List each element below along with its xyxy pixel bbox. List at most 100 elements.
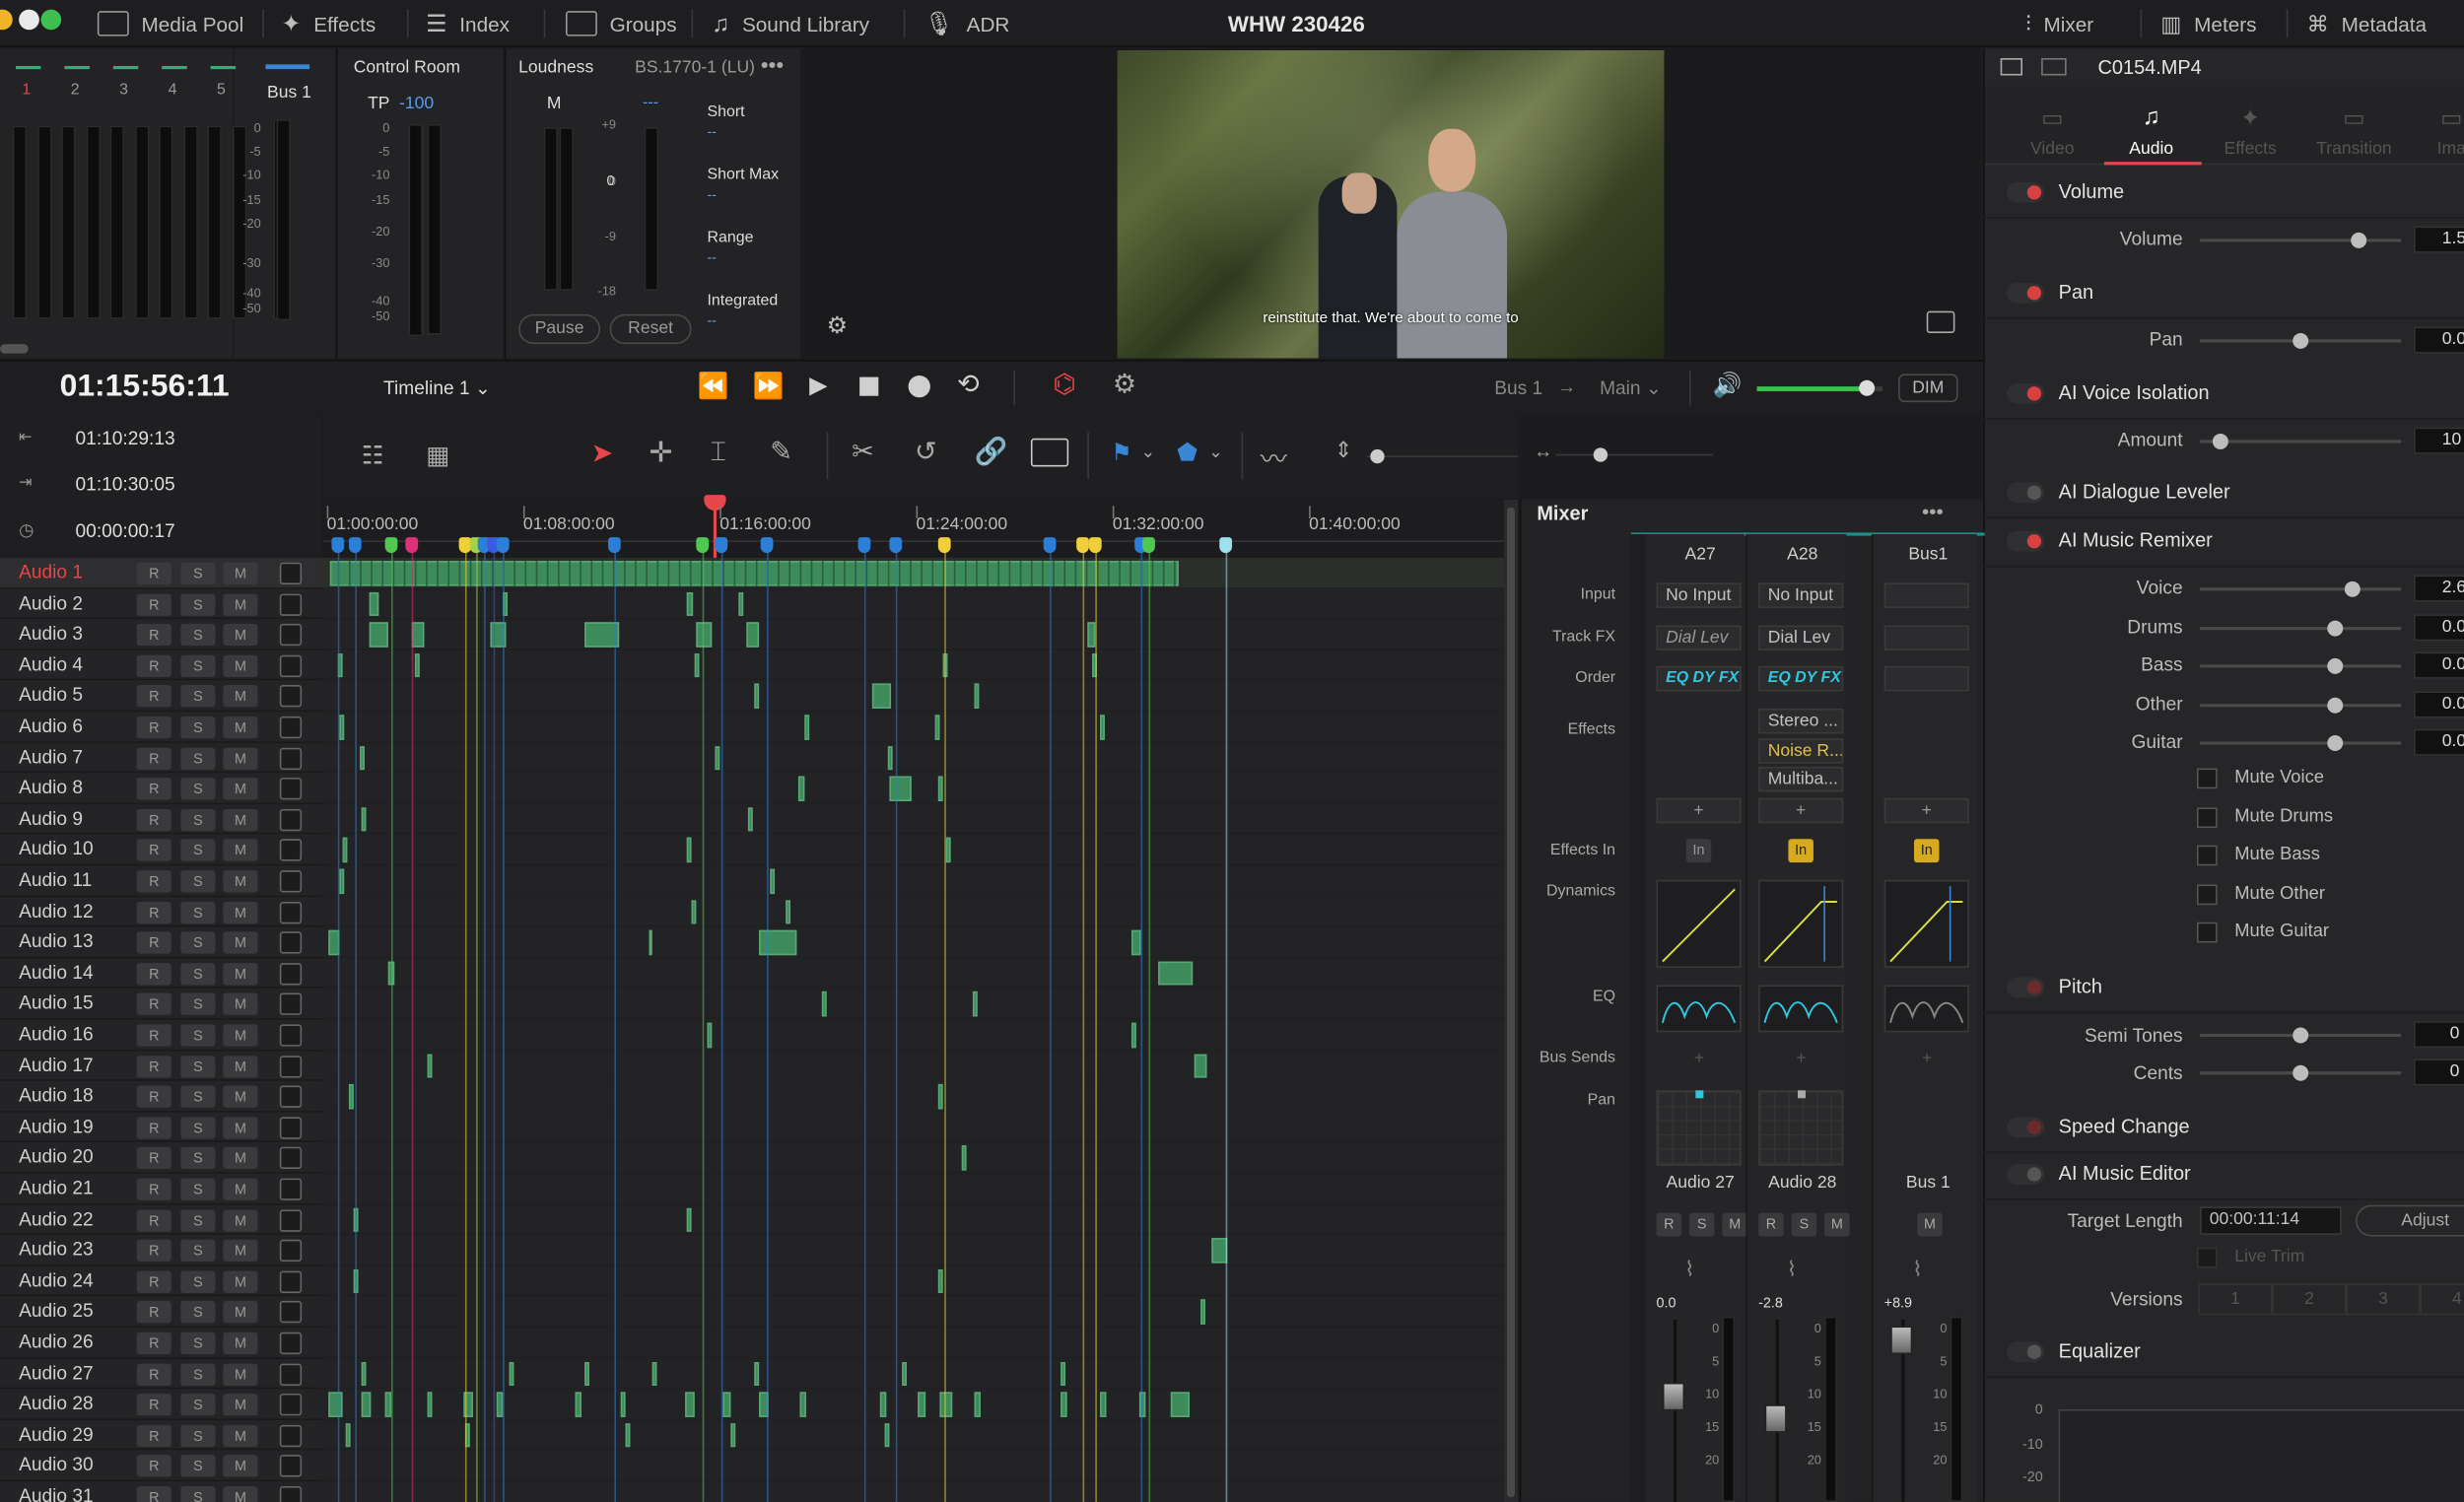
audio-clip[interactable] [694, 652, 700, 678]
audio-clip[interactable] [934, 715, 940, 740]
track-fx-field[interactable]: Dial Lev [1758, 625, 1844, 650]
audio-clip[interactable] [821, 991, 827, 1017]
solo-button[interactable]: S [180, 808, 216, 831]
audio-clip[interactable] [328, 1392, 343, 1417]
audio-clip[interactable] [902, 1361, 907, 1387]
audio-clip[interactable] [509, 1361, 514, 1387]
mute-button[interactable]: M [223, 592, 258, 616]
in-timecode[interactable]: 01:10:29:13 [76, 428, 175, 449]
music-note-icon[interactable]: ♫ [2136, 103, 2167, 130]
track-lane[interactable] [321, 865, 1504, 897]
record-arm-button[interactable]: R [136, 592, 171, 616]
stem-drums-value[interactable]: 0.0 [2413, 613, 2464, 641]
record-arm-button[interactable]: R [136, 1178, 171, 1200]
audio-clip[interactable] [937, 1084, 943, 1110]
track-header[interactable]: Audio 17 R S M [0, 1050, 322, 1082]
cents-slider[interactable] [2200, 1064, 2402, 1081]
effects-in-button[interactable]: In [1788, 839, 1814, 863]
slider-knob[interactable] [2326, 696, 2343, 713]
audio-clip[interactable] [937, 1268, 943, 1294]
audio-clip[interactable] [1200, 1299, 1205, 1325]
record-arm-button[interactable]: R [136, 962, 171, 986]
section-toggle[interactable] [2007, 1117, 2045, 1138]
automation-mode-icon[interactable]: ⌇ [1684, 1257, 1694, 1282]
record-arm-button[interactable]: R [136, 1394, 171, 1416]
solo-button[interactable]: S [180, 1394, 216, 1416]
track-header[interactable]: Audio 6 RSM [0, 712, 322, 743]
mute-button[interactable]: M [223, 1240, 258, 1263]
main-route[interactable]: Main ⌄ [1600, 377, 1662, 399]
track-header[interactable]: Audio 3 RSM [0, 619, 322, 650]
audio-clip[interactable] [345, 1422, 351, 1448]
voice-isolation-amount-value[interactable]: 10 [2413, 427, 2464, 454]
record-arm-button[interactable]: R [136, 901, 171, 923]
audio-clip[interactable] [945, 838, 951, 863]
record-arm-button[interactable]: R [136, 1270, 171, 1293]
record-arm-button[interactable]: R [136, 1486, 171, 1502]
semitones-value[interactable]: 0 [2413, 1021, 2464, 1049]
audio-clip[interactable] [887, 745, 893, 771]
version-button[interactable]: 4 [2420, 1283, 2464, 1316]
track-lane[interactable] [321, 835, 1504, 866]
chevron-down-icon[interactable]: ⌄ [1208, 442, 1223, 462]
audio-clip[interactable] [961, 1145, 967, 1171]
inspector-split-icon[interactable] [2041, 57, 2067, 76]
add-effect-button[interactable]: + [1758, 797, 1844, 824]
audio-clip[interactable] [360, 745, 365, 771]
record-arm-button[interactable]: R [136, 1117, 171, 1139]
mute-button[interactable]: M [1917, 1212, 1943, 1237]
solo-button[interactable]: S [180, 747, 216, 770]
channel-fader[interactable] [1764, 1404, 1787, 1433]
effect-slot[interactable]: Stereo ... [1758, 708, 1844, 734]
audio-clip[interactable] [770, 868, 776, 894]
track-lane[interactable] [321, 712, 1504, 743]
audio-clip[interactable] [1170, 1392, 1190, 1417]
track-lane[interactable] [321, 1173, 1504, 1205]
solo-button[interactable]: S [180, 931, 216, 954]
audio-clip[interactable] [369, 591, 379, 617]
track-height-slider[interactable] [1367, 448, 1519, 464]
snapping-icon[interactable]: ↺ [915, 437, 937, 468]
solo-button[interactable]: S [180, 839, 216, 862]
record-arm-button[interactable]: R [136, 931, 171, 954]
effect-slot[interactable]: Multiba... [1758, 766, 1844, 792]
audio-clip[interactable] [879, 1392, 887, 1417]
solo-button[interactable]: S [180, 1085, 216, 1109]
dim-button[interactable]: DIM [1898, 374, 1958, 403]
reset-button[interactable]: Reset [609, 313, 692, 345]
track-lane[interactable] [321, 742, 1504, 774]
record-arm-button[interactable]: R [136, 1363, 171, 1386]
audio-clip[interactable] [754, 1361, 760, 1387]
channel-fader[interactable] [1662, 1382, 1685, 1411]
stem-bass-value[interactable]: 0.0 [2413, 651, 2464, 679]
mute-button[interactable]: M [223, 562, 258, 585]
track-header[interactable]: Audio 8 RSM [0, 773, 322, 804]
audio-clip[interactable] [686, 838, 692, 863]
automation-icon[interactable]: ⌬ [1053, 370, 1076, 401]
solo-button[interactable]: S [180, 962, 216, 986]
solo-button[interactable]: S [180, 1147, 216, 1170]
stem-voice-value[interactable]: 2.6 [2413, 575, 2464, 602]
track-lane[interactable] [321, 1019, 1504, 1051]
audio-clip[interactable] [427, 1392, 433, 1417]
mute-button[interactable]: M [223, 993, 258, 1016]
solo-button[interactable]: S [180, 901, 216, 923]
audio-clip[interactable] [685, 1392, 695, 1417]
mute-button[interactable]: M [223, 931, 258, 954]
section-toggle[interactable] [2007, 977, 2045, 998]
audio-clip[interactable] [804, 715, 810, 740]
audio-clip[interactable] [361, 1392, 372, 1417]
mute-button[interactable]: M [223, 1331, 258, 1355]
mute-button[interactable]: M [223, 839, 258, 862]
track-lane[interactable] [321, 680, 1504, 713]
inspector-image-icon[interactable] [2000, 57, 2022, 76]
volume-value[interactable]: 1.5 [2413, 226, 2464, 253]
solo-button[interactable]: S [1688, 1212, 1715, 1237]
audio-clip[interactable] [686, 591, 694, 617]
audio-clip[interactable] [649, 930, 652, 955]
track-header[interactable]: Audio 23 R S M [0, 1235, 322, 1266]
track-header[interactable]: Audio 19 R S M [0, 1112, 322, 1143]
record-arm-button[interactable]: R [1758, 1212, 1784, 1237]
solo-button[interactable]: S [180, 716, 216, 739]
track-header[interactable]: Audio 9 RSM [0, 803, 322, 836]
